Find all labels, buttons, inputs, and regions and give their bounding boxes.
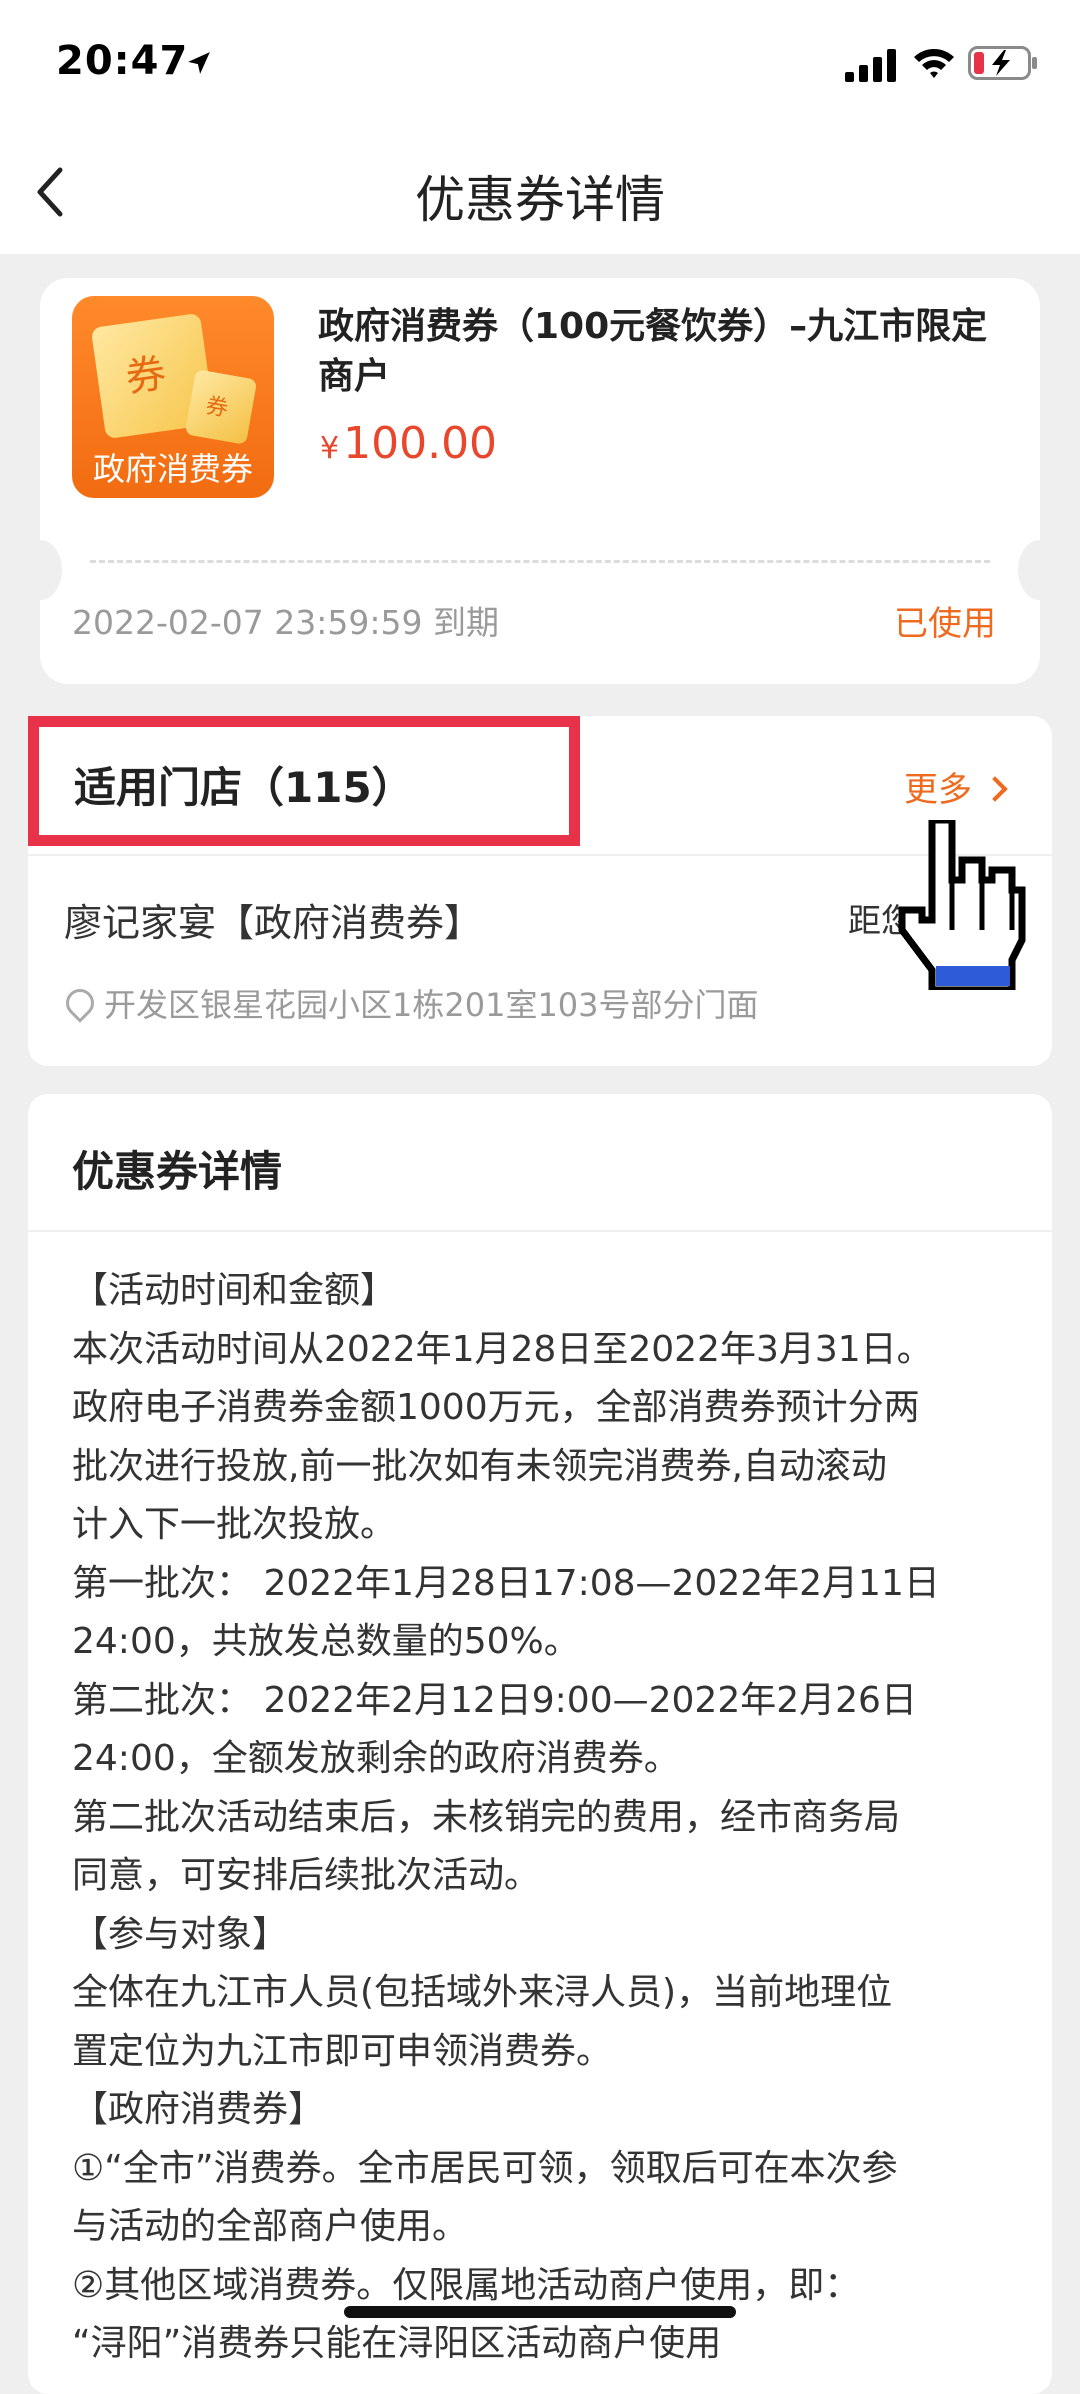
ticket-notch-left: [18, 540, 62, 600]
thumbnail-label: 政府消费券: [92, 450, 253, 488]
price-value: 100.00: [343, 418, 498, 469]
details-divider: [28, 1230, 1052, 1232]
details-section-title: 优惠券详情: [72, 1147, 283, 1196]
details-line: 【参与对象】: [72, 1913, 289, 1955]
cellular-signal-icon: [845, 49, 896, 82]
details-line: ①“全市”消费券。全市居民可领，领取后可在本次参: [72, 2147, 898, 2189]
details-line: 政府电子消费券金额1000万元，全部消费券预计分两: [72, 1387, 920, 1428]
status-bar: 20:47: [0, 0, 1080, 132]
details-line: 第二批次活动结束后，未核销完的费用，经市商务局: [72, 1796, 901, 1838]
details-line: 与活动的全部商户使用。: [72, 2206, 469, 2247]
details-line: 24:00，共放发总数量的50%。: [72, 1621, 580, 1662]
details-line: 全体在九江市人员(包括域外来浔人员)，当前地理位: [72, 1972, 893, 2013]
more-label: 更多: [904, 770, 972, 810]
coupon-status-badge: 已使用: [894, 604, 996, 644]
ticket-glyph-big: 券: [122, 350, 169, 402]
details-line: 第二批次： 2022年2月12日9:00—2022年2月26日: [72, 1679, 917, 1721]
coupon-expiry: 2022-02-07 23:59:59 到期: [72, 603, 499, 642]
chevron-right-icon: [982, 775, 1008, 802]
coupon-price: ¥100.00: [320, 418, 497, 469]
more-stores-link[interactable]: 更多: [904, 762, 1008, 811]
details-line: 【活动时间和金额】: [72, 1270, 397, 1311]
home-indicator[interactable]: [344, 2306, 736, 2318]
details-line: 第一批次： 2022年1月28日17:08—2022年2月11日: [72, 1562, 940, 1604]
nav-bar: 优惠券详情: [0, 132, 1080, 254]
ticket-notch-right: [1018, 540, 1062, 600]
coupon-card: 券 券 政府消费券 政府消费券（100元餐饮券）–九江市限定商户 ¥100.00…: [18, 278, 1062, 684]
highlight-box: [28, 716, 580, 846]
coupon-title: 政府消费券（100元餐饮券）–九江市限定商户: [318, 306, 988, 397]
dashed-divider: [90, 560, 990, 563]
currency-symbol: ¥: [320, 431, 340, 466]
details-line: 批次进行投放,前一批次如有未领完消费券,自动滚动: [72, 1445, 887, 1487]
details-text: 【活动时间和金额】 本次活动时间从2022年1月28日至2022年3月31日。 …: [72, 1262, 1042, 2374]
details-line: 置定位为九江市即可申领消费券。: [72, 2030, 613, 2072]
page-title: 优惠券详情: [415, 171, 665, 229]
wifi-icon: [914, 49, 954, 78]
coupon-details-card: 优惠券详情 【活动时间和金额】 本次活动时间从2022年1月28日至2022年3…: [28, 1094, 1052, 2394]
details-line: “浔阳”消费券只能在浔阳区活动商户使用: [72, 2323, 722, 2364]
location-pin-icon: [60, 983, 100, 1023]
store-address: 开发区银星花园小区1栋201室103号部分门面: [60, 980, 759, 1026]
coupon-thumbnail: 券 券 政府消费券: [72, 296, 274, 498]
store-name[interactable]: 廖记家宴【政府消费券】: [64, 892, 482, 947]
details-line: 同意，可安排后续批次活动。: [72, 1855, 541, 1896]
store-address-text: 开发区银星花园小区1栋201室103号部分门面: [104, 986, 759, 1024]
ticket-glyph-small: 券: [203, 393, 230, 423]
battery-icon: [968, 46, 1037, 80]
details-line: 【政府消费券】: [72, 2089, 325, 2130]
details-line: 计入下一批次投放。: [72, 1504, 397, 1545]
details-line: 24:00，全额发放剩余的政府消费券。: [72, 1738, 680, 1779]
status-time: 20:47: [56, 38, 189, 84]
location-arrow-icon: [188, 52, 210, 74]
ticket-small-icon: 券: [184, 369, 258, 445]
details-line: 本次活动时间从2022年1月28日至2022年3月31日。: [72, 1328, 933, 1370]
pointing-hand-cursor-icon: [898, 820, 1026, 990]
